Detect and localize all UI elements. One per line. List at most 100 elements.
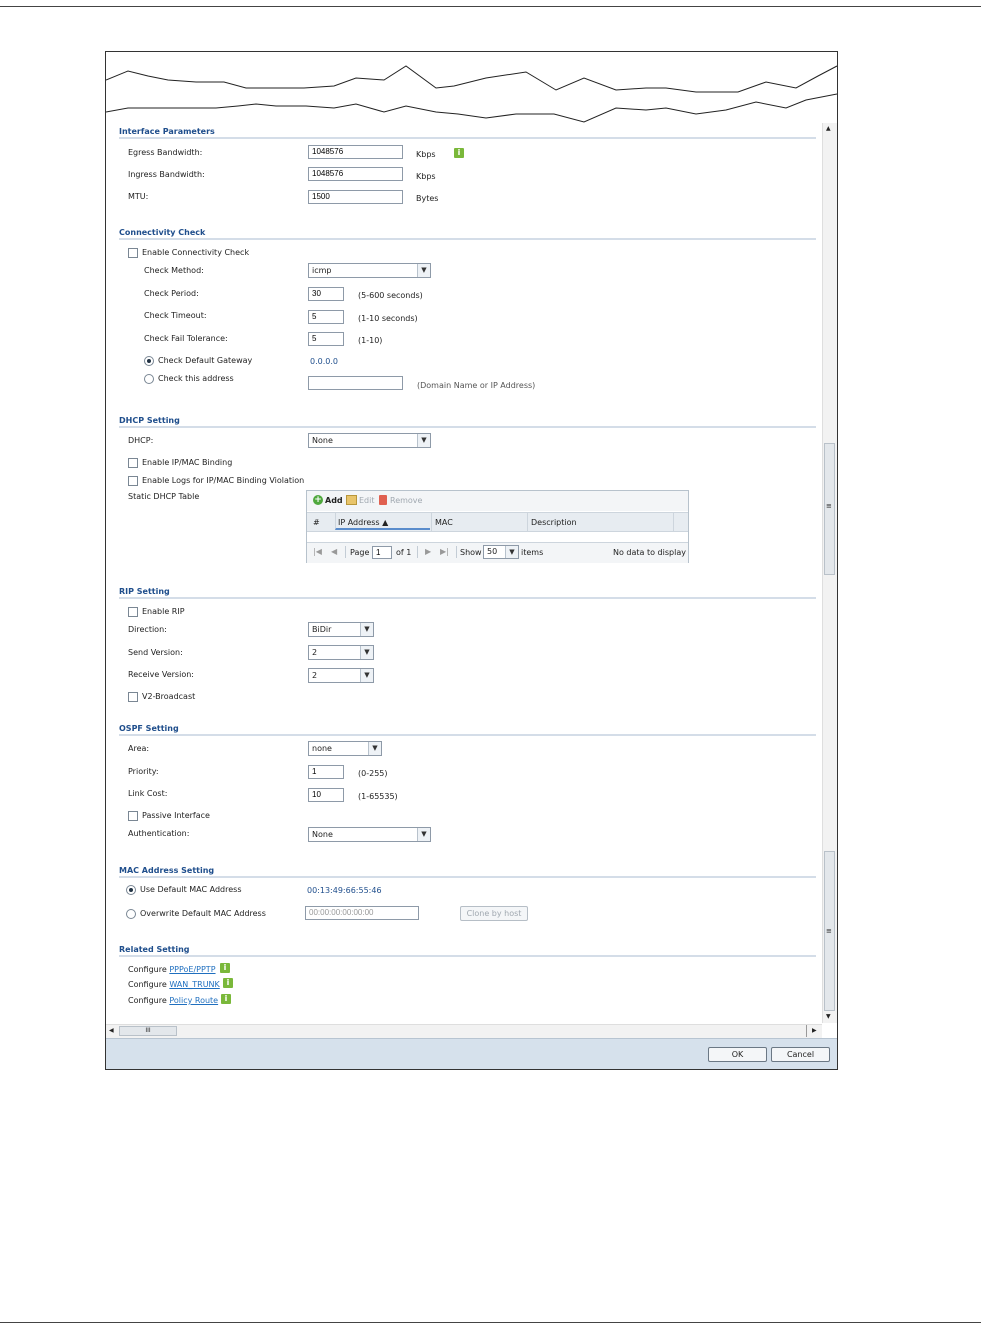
egress-bandwidth-input[interactable]	[308, 145, 403, 159]
enable-rip-checkbox[interactable]	[128, 607, 138, 617]
chevron-down-icon: ▼	[505, 546, 518, 558]
mtu-label: MTU:	[128, 192, 149, 201]
scroll-right-icon[interactable]: ▶	[812, 1027, 817, 1034]
remove-button[interactable]: Remove	[390, 496, 422, 505]
pppoe-pptp-link[interactable]: PPPoE/PPTP	[169, 965, 215, 974]
area-select[interactable]: none ▼	[308, 741, 382, 756]
use-default-mac-radio[interactable]	[126, 885, 136, 895]
authentication-select[interactable]: None ▼	[308, 827, 431, 842]
priority-input[interactable]	[308, 765, 344, 779]
ingress-unit: Kbps	[416, 172, 436, 181]
check-this-address-radio[interactable]	[144, 374, 154, 384]
receive-version-select[interactable]: 2 ▼	[308, 668, 374, 683]
check-period-hint: (5-600 seconds)	[358, 291, 423, 300]
horizontal-scrollbar[interactable]: ◀ III ▶	[106, 1024, 822, 1038]
column-header-description[interactable]: Description	[531, 518, 577, 527]
vertical-scrollbar[interactable]: ▲ ≡ ≡ ▼	[822, 123, 837, 1023]
edit-button[interactable]: Edit	[359, 496, 375, 505]
authentication-value: None	[312, 830, 333, 839]
ingress-bandwidth-label: Ingress Bandwidth:	[128, 170, 205, 179]
enable-connectivity-check-checkbox[interactable]	[128, 248, 138, 258]
link-cost-input[interactable]	[308, 788, 344, 802]
scroll-left-icon[interactable]: ◀	[109, 1027, 114, 1034]
column-divider	[527, 513, 528, 531]
default-mac-value: 00:13:49:66:55:46	[307, 886, 382, 895]
page-size-select[interactable]: 50 ▼	[483, 545, 519, 559]
passive-interface-label: Passive Interface	[142, 811, 210, 820]
column-header-mac[interactable]: MAC	[435, 518, 453, 527]
table-toolbar: + Add Edit Remove	[307, 491, 688, 511]
column-divider	[431, 513, 432, 531]
edit-icon	[346, 495, 357, 505]
link-cost-hint: (1-65535)	[358, 792, 398, 801]
page-size-value: 50	[487, 547, 498, 556]
check-this-address-input[interactable]	[308, 376, 403, 390]
info-icon[interactable]: i	[223, 978, 233, 988]
check-method-select[interactable]: icmp ▼	[308, 263, 431, 278]
info-icon[interactable]: i	[454, 148, 464, 158]
scroll-down-icon[interactable]: ▼	[826, 1013, 831, 1020]
cancel-button[interactable]: Cancel	[771, 1047, 830, 1062]
chevron-down-icon: ▼	[360, 646, 373, 659]
policy-route-link[interactable]: Policy Route	[169, 996, 218, 1005]
clone-by-host-button[interactable]: Clone by host	[460, 906, 528, 921]
direction-select[interactable]: BiDir ▼	[308, 622, 374, 637]
section-divider	[119, 597, 816, 599]
ingress-bandwidth-input[interactable]	[308, 167, 403, 181]
configure-label: Configure	[128, 965, 167, 974]
default-gateway-value: 0.0.0.0	[310, 357, 338, 366]
check-default-gateway-radio[interactable]	[144, 356, 154, 366]
add-button[interactable]: Add	[325, 496, 343, 505]
send-version-label: Send Version:	[128, 648, 183, 657]
enable-logs-checkbox[interactable]	[128, 476, 138, 486]
page-number-input[interactable]	[372, 546, 392, 559]
chevron-down-icon: ▼	[368, 742, 381, 755]
scrollbar-thumb[interactable]: III	[119, 1026, 177, 1036]
overwrite-mac-radio[interactable]	[126, 909, 136, 919]
connectivity-check-title: Connectivity Check	[119, 228, 206, 237]
info-icon[interactable]: i	[220, 963, 230, 973]
ok-button[interactable]: OK	[708, 1047, 767, 1062]
trash-icon	[379, 495, 387, 505]
check-period-input[interactable]	[308, 287, 344, 301]
ospf-setting-title: OSPF Setting	[119, 724, 179, 733]
v2-broadcast-label: V2-Broadcast	[142, 692, 196, 701]
first-page-icon[interactable]: |◀	[313, 547, 322, 556]
send-version-select[interactable]: 2 ▼	[308, 645, 374, 660]
next-page-icon[interactable]: ▶	[425, 547, 431, 556]
enable-rip-label: Enable RIP	[142, 607, 185, 616]
check-timeout-input[interactable]	[308, 310, 344, 324]
section-divider	[119, 426, 816, 428]
scrollbar-grip: ≡	[826, 502, 832, 510]
v2-broadcast-checkbox[interactable]	[128, 692, 138, 702]
enable-logs-label: Enable Logs for IP/MAC Binding Violation	[142, 476, 305, 485]
check-this-address-hint: (Domain Name or IP Address)	[417, 381, 536, 390]
section-divider	[119, 734, 816, 736]
overwrite-mac-label: Overwrite Default MAC Address	[140, 909, 266, 918]
dhcp-select[interactable]: None ▼	[308, 433, 431, 448]
area-label: Area:	[128, 744, 150, 753]
scroll-up-icon[interactable]: ▲	[826, 125, 831, 132]
chevron-down-icon: ▼	[360, 669, 373, 682]
prev-page-icon[interactable]: ◀	[331, 547, 337, 556]
receive-version-label: Receive Version:	[128, 670, 194, 679]
area-value: none	[312, 744, 332, 753]
mtu-input[interactable]	[308, 190, 403, 204]
column-header-number[interactable]: #	[313, 518, 320, 527]
last-page-icon[interactable]: ▶|	[440, 547, 449, 556]
pager-divider	[456, 546, 457, 558]
info-icon[interactable]: i	[221, 994, 231, 1004]
show-label: Show	[460, 548, 482, 557]
passive-interface-checkbox[interactable]	[128, 811, 138, 821]
direction-label: Direction:	[128, 625, 167, 634]
check-timeout-label: Check Timeout:	[144, 311, 207, 320]
dhcp-setting-title: DHCP Setting	[119, 416, 180, 425]
check-fail-tolerance-label: Check Fail Tolerance:	[144, 334, 228, 343]
enable-ip-mac-binding-checkbox[interactable]	[128, 458, 138, 468]
wan-trunk-link[interactable]: WAN_TRUNK	[169, 980, 219, 989]
column-header-ip-address[interactable]: IP Address ▲	[338, 518, 388, 527]
dhcp-value: None	[312, 436, 333, 445]
send-version-value: 2	[312, 648, 318, 657]
check-fail-tolerance-input[interactable]	[308, 332, 344, 346]
overwrite-mac-input[interactable]	[305, 906, 419, 920]
